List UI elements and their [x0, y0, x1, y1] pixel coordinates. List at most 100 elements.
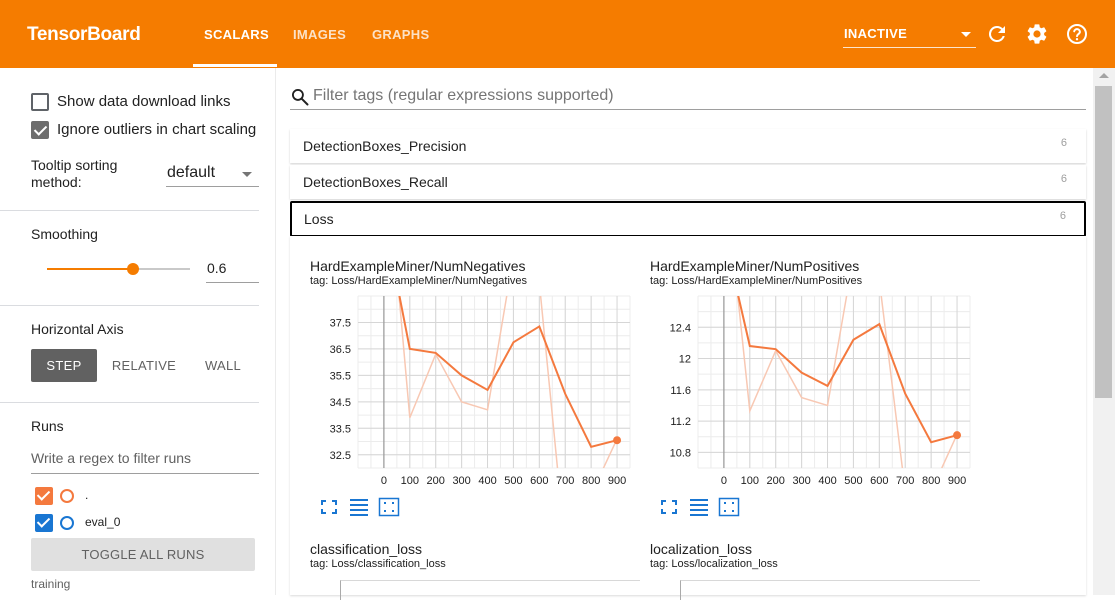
x-tick-label: 900 [608, 475, 626, 487]
category-loss[interactable]: Loss 6 [290, 201, 1086, 237]
scalar-card: localization_loss tag: Loss/localization… [650, 541, 980, 601]
smoothing-slider-knob[interactable] [126, 263, 139, 275]
card-tag: tag: Loss/HardExampleMiner/NumPositives [650, 275, 863, 287]
settings-gear-icon[interactable] [1025, 22, 1049, 46]
axis-relative-button[interactable]: RELATIVE [104, 349, 184, 382]
refresh-icon[interactable] [985, 22, 1009, 46]
x-tick-label: 400 [818, 475, 836, 487]
run-filter-input[interactable]: Write a regex to filter runs [31, 449, 259, 474]
x-tick-label: 700 [896, 475, 914, 487]
card-tag: tag: Loss/localization_loss [650, 558, 778, 570]
smoothing-value-input[interactable]: 0.6 [206, 259, 259, 283]
run-color-circle-icon [60, 516, 74, 530]
y-tick-label: 36.5 [330, 344, 351, 356]
toggle-all-runs-button[interactable]: TOGGLE ALL RUNS [31, 538, 255, 571]
y-tick-label: 11.2 [670, 416, 691, 428]
sidebar: Show data download links Ignore outliers… [0, 68, 276, 595]
divider [0, 402, 259, 403]
expand-icon[interactable] [318, 497, 340, 517]
x-tick-label: 800 [922, 475, 940, 487]
line-chart[interactable]: 0 100 200 300 400 500 600 700 800 900 32.5 33.5 34.5… [310, 288, 640, 498]
active-tab-indicator [193, 64, 277, 67]
page-scrollbar[interactable] [1093, 68, 1115, 595]
series-last-point [953, 431, 962, 440]
tab-images[interactable]: IMAGES [293, 27, 346, 42]
line-chart[interactable]: 0 100 200 300 400 500 600 700 800 900 10.8 11.2 11.6… [650, 288, 980, 498]
x-tick-label: 300 [792, 475, 810, 487]
chart-minor-grid [697, 295, 971, 469]
category-count: 6 [1060, 137, 1067, 149]
checkbox-label: Ignore outliers in chart scaling [57, 121, 257, 138]
run-label: . [85, 488, 89, 502]
card-title: localization_loss [650, 541, 752, 557]
list-icon[interactable] [688, 497, 710, 517]
x-tick-label: 200 [427, 475, 445, 487]
inactive-plugins-select-value: INACTIVE [844, 26, 908, 41]
card-tag: tag: Loss/HardExampleMiner/NumNegatives [310, 275, 528, 287]
scalar-card: classification_loss tag: Loss/classifica… [310, 541, 640, 601]
scroll-up-arrow-icon[interactable] [1099, 73, 1109, 78]
x-tick-label: 600 [870, 475, 888, 487]
fit-domain-icon[interactable] [718, 497, 740, 517]
scalar-card: HardExampleMiner/NumNegatives tag: Loss/… [310, 258, 631, 528]
tooltip-sorting-value: default [167, 164, 216, 181]
y-tick-label: 12 [679, 354, 691, 366]
x-tick-label: 0 [381, 475, 387, 487]
run-color-circle-icon [60, 489, 74, 503]
axis-step-button[interactable]: STEP [31, 349, 97, 382]
fit-domain-icon[interactable] [378, 497, 400, 517]
run-checkbox[interactable] [35, 514, 53, 532]
tab-scalars[interactable]: SCALARS [204, 27, 269, 42]
divider [0, 210, 259, 211]
card-tag: tag: Loss/classification_loss [310, 558, 446, 570]
x-tick-label: 500 [504, 475, 522, 487]
category-count: 6 [1060, 173, 1067, 185]
y-tick-label: 12.4 [670, 322, 691, 334]
tag-filter-input[interactable]: Filter tags (regular expressions support… [290, 84, 1086, 110]
y-tick-label: 35.5 [330, 370, 351, 382]
runs-title: Runs [31, 418, 64, 434]
category-detectionboxes-precision[interactable]: DetectionBoxes_Precision 6 [290, 129, 1086, 163]
x-tick-label: 100 [401, 475, 419, 487]
checkbox-box[interactable] [31, 93, 49, 111]
x-tick-label: 200 [767, 475, 785, 487]
y-tick-label: 32.5 [330, 450, 351, 462]
axis-wall-button[interactable]: WALL [192, 349, 254, 382]
chart-cards-area: HardExampleMiner/NumNegatives tag: Loss/… [290, 236, 1086, 600]
x-tick-label: 700 [556, 475, 574, 487]
expand-icon[interactable] [658, 497, 680, 517]
checkbox-box-checked[interactable] [31, 121, 49, 139]
series-last-point [613, 436, 622, 445]
x-tick-label: 600 [530, 475, 548, 487]
category-name: DetectionBoxes_Recall [303, 174, 448, 190]
smoothing-slider[interactable] [47, 263, 190, 275]
x-tick-label: 400 [478, 475, 496, 487]
y-tick-label: 37.5 [330, 317, 351, 329]
chart-plot-area [340, 580, 640, 600]
tooltip-sorting-select[interactable]: default [166, 163, 259, 187]
category-count: 6 [1059, 210, 1066, 222]
y-tick-label: 34.5 [330, 397, 351, 409]
run-checkbox[interactable] [35, 487, 53, 505]
smoothing-title: Smoothing [31, 226, 98, 242]
scrollbar-thumb[interactable] [1095, 86, 1112, 398]
chart-plot-area [680, 580, 980, 600]
category-detectionboxes-recall[interactable]: DetectionBoxes_Recall 6 [290, 165, 1086, 199]
tab-graphs[interactable]: GRAPHS [372, 27, 429, 42]
help-icon[interactable] [1065, 22, 1089, 46]
scalar-card: HardExampleMiner/NumPositives tag: Loss/… [650, 258, 971, 528]
list-icon[interactable] [348, 497, 370, 517]
category-name: Loss [304, 211, 334, 227]
x-tick-label: 100 [741, 475, 759, 487]
y-tick-label: 11.6 [670, 385, 691, 397]
x-tick-label: 800 [582, 475, 600, 487]
x-tick-label: 300 [452, 475, 470, 487]
x-tick-label: 0 [721, 475, 727, 487]
smoothing-slider-fill [47, 268, 133, 270]
x-tick-label: 900 [948, 475, 966, 487]
y-tick-label: 33.5 [330, 423, 351, 435]
dropdown-caret-icon [242, 172, 252, 177]
inactive-plugins-select[interactable]: INACTIVE [843, 22, 976, 48]
search-icon [292, 89, 309, 106]
category-name: DetectionBoxes_Precision [303, 138, 467, 154]
